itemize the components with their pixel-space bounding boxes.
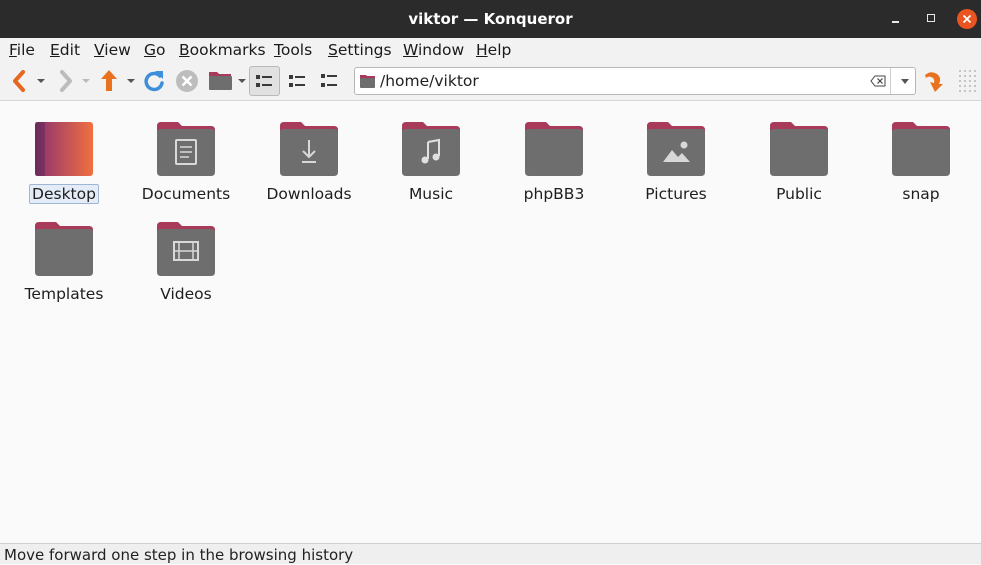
folder-icon: [525, 122, 583, 176]
compact-view-icon: [289, 75, 305, 87]
up-dropdown[interactable]: [127, 79, 135, 83]
menu-view[interactable]: View: [94, 40, 131, 60]
up-button[interactable]: [97, 62, 121, 100]
reload-icon: [144, 71, 164, 92]
forward-history-dropdown[interactable]: [82, 79, 90, 83]
file-name: Videos: [160, 285, 212, 303]
toolbar: /home/viktor: [0, 62, 981, 101]
forward-button[interactable]: [55, 62, 77, 100]
downloads-folder-icon: [280, 122, 338, 176]
reload-button[interactable]: [141, 62, 167, 100]
status-bar: Move forward one step in the browsing hi…: [0, 543, 981, 564]
menu-go[interactable]: Go: [144, 40, 166, 60]
file-name: Templates: [24, 285, 104, 303]
file-name: Public: [776, 185, 822, 203]
details-view-icon: [321, 74, 337, 87]
file-item-music[interactable]: Music: [376, 105, 486, 203]
go-icon: [925, 72, 943, 92]
icon-view-icon: [256, 75, 272, 87]
status-text: Move forward one step in the browsing hi…: [4, 546, 354, 564]
music-folder-icon: [402, 122, 460, 176]
menu-settings[interactable]: Settings: [328, 40, 392, 60]
file-item-documents[interactable]: Documents: [131, 105, 241, 203]
file-name: Pictures: [645, 185, 707, 203]
clear-text-icon[interactable]: [870, 75, 886, 87]
location-history-dropdown[interactable]: [901, 79, 909, 84]
file-name: Music: [408, 185, 454, 203]
file-item-snap[interactable]: snap: [866, 105, 976, 203]
activity-indicator: [955, 62, 979, 100]
file-item-templates[interactable]: Templates: [9, 205, 119, 303]
window-title: viktor — Konqueror: [408, 10, 573, 28]
back-history-dropdown[interactable]: [37, 79, 45, 83]
menu-file[interactable]: File: [9, 40, 35, 60]
file-name: Documents: [141, 185, 231, 203]
forward-icon: [60, 70, 72, 92]
file-item-pictures[interactable]: Pictures: [621, 105, 731, 203]
close-icon: [962, 14, 972, 24]
menu-window[interactable]: Window: [403, 40, 464, 60]
location-folder-icon: [360, 75, 375, 88]
videos-folder-icon: [157, 222, 215, 276]
file-name: Desktop: [9, 184, 119, 204]
back-button[interactable]: [8, 62, 30, 100]
file-name: snap: [902, 185, 940, 203]
file-item-phpbb3[interactable]: phpBB3: [499, 105, 609, 203]
file-item-downloads[interactable]: Downloads: [254, 105, 364, 203]
go-button[interactable]: [921, 62, 947, 100]
up-icon: [101, 70, 117, 91]
folder-icon: [209, 72, 232, 90]
throbber-icon: [959, 70, 976, 92]
menu-edit[interactable]: Edit: [50, 40, 80, 60]
file-item-videos[interactable]: Videos: [131, 205, 241, 303]
maximize-button[interactable]: [921, 9, 941, 29]
stop-button[interactable]: [174, 62, 200, 100]
location-separator: [890, 68, 891, 94]
menu-bookmarks[interactable]: Bookmarks: [179, 40, 266, 60]
documents-folder-icon: [157, 122, 215, 176]
file-name: phpBB3: [523, 185, 585, 203]
close-button[interactable]: [957, 9, 977, 29]
title-bar: viktor — Konqueror: [0, 0, 981, 38]
desktop-folder-icon: [35, 122, 93, 176]
minimize-button[interactable]: [885, 9, 905, 29]
menu-tools[interactable]: Tools: [274, 40, 312, 60]
location-bar[interactable]: /home/viktor: [354, 67, 916, 95]
pictures-folder-icon: [647, 122, 705, 176]
compact-view-button[interactable]: [286, 62, 308, 100]
details-view-button[interactable]: [318, 62, 340, 100]
menu-help[interactable]: Help: [476, 40, 511, 60]
folder-button[interactable]: [207, 62, 235, 100]
file-item-desktop[interactable]: Desktop: [9, 105, 119, 204]
back-icon: [13, 70, 25, 92]
file-name: Downloads: [266, 185, 352, 203]
folder-icon: [35, 222, 93, 276]
folder-dropdown[interactable]: [238, 79, 246, 83]
menu-bar: File Edit View Go Bookmarks Tools Settin…: [0, 38, 981, 62]
stop-icon: [176, 70, 198, 92]
file-item-public[interactable]: Public: [744, 105, 854, 203]
file-view[interactable]: Desktop Documents Downloads Music phpBB3…: [0, 101, 981, 543]
folder-icon: [892, 122, 950, 176]
location-input[interactable]: /home/viktor: [380, 68, 479, 94]
folder-icon: [770, 122, 828, 176]
icon-view-button[interactable]: [249, 66, 280, 96]
